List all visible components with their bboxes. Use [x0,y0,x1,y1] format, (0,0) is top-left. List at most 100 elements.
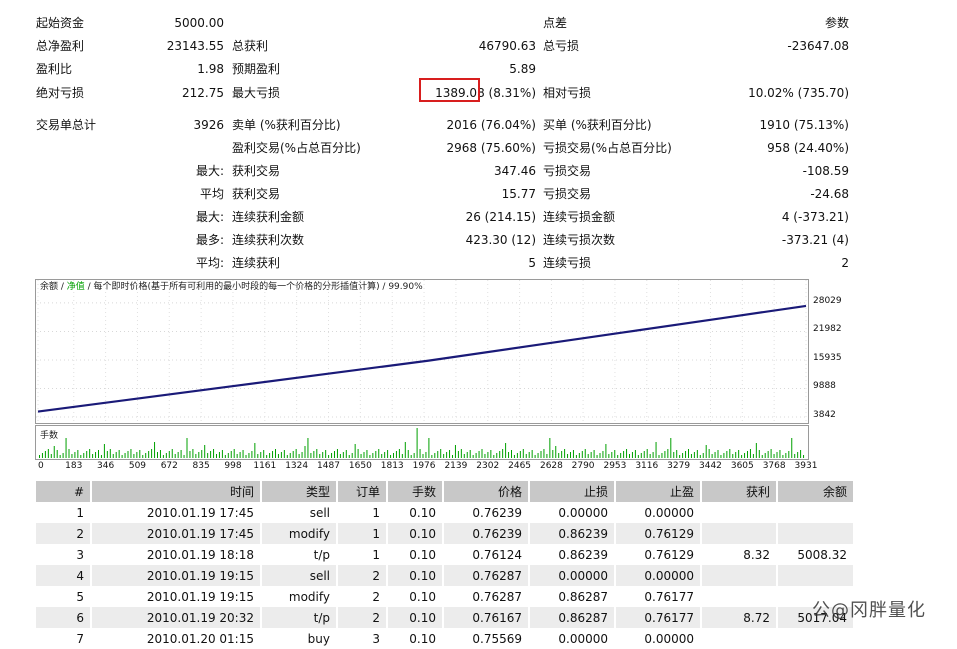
column-header[interactable]: 止损 [528,481,615,502]
table-row[interactable]: 5 2010.01.19 19:15 modify 2 0.10 0.76287 0.862… [34,586,853,607]
table-cell: sell [260,502,337,523]
volume-bar [106,451,108,458]
volume-bar [475,453,477,458]
volume-bar [263,450,265,458]
volume-bar [440,449,442,458]
table-cell: modify [260,523,337,544]
y-tick-label: 9888 [813,381,836,392]
volume-bar [679,455,681,458]
trades-header-row: # 时间 类型 订单 手数 价格 止损 止盈 获利 余额 [34,481,853,502]
volume-bar [171,449,173,458]
column-header[interactable]: 获利 [700,481,777,502]
volume-bar [280,452,282,458]
volume-bar [393,453,394,458]
volume-bar [363,452,365,458]
column-header[interactable]: 手数 [386,481,443,502]
table-cell: 0.00000 [528,628,615,649]
volume-bar [407,450,409,458]
volume-bar [83,453,85,458]
volume-bar [617,455,619,458]
table-row[interactable]: 4 2010.01.19 19:15 sell 2 0.10 0.76287 0.00000… [34,565,853,586]
column-header[interactable]: 订单 [336,481,387,502]
table-cell: 0.76177 [614,607,701,628]
volume-bar [404,442,406,458]
volume-bar [145,453,147,458]
volume-bar [534,455,536,458]
summary-prefix: 平均: [195,256,224,270]
volume-bar [298,454,300,458]
summary-value: 23143.55 [166,39,224,53]
volume-bar [230,451,232,458]
volume-bar [316,449,318,458]
y-tick-label: 15935 [813,352,842,363]
volume-bar [643,451,645,458]
table-cell: 2010.01.20 01:15 [90,628,261,649]
volume-bar [761,455,763,458]
volume-bar [570,452,571,458]
volume-bar [608,454,610,458]
column-header[interactable]: 类型 [260,481,337,502]
column-header[interactable]: 止盈 [614,481,701,502]
volume-bar [65,438,67,458]
volume-bar [233,449,235,458]
table-cell: 2010.01.19 18:18 [90,544,261,565]
volume-bar [490,450,492,458]
table-row[interactable]: 3 2010.01.19 18:18 t/p 1 0.10 0.76124 0.86239 0… [34,544,853,565]
volume-bar [676,450,678,458]
volume-bar [463,454,465,458]
volume-bar [670,438,672,458]
table-cell: 7 [34,628,91,649]
watermark: 公@冈胖量化 [812,600,926,621]
column-header[interactable]: 价格 [442,481,529,502]
x-tick-label: 346 [97,461,115,471]
table-cell: 1 [336,523,387,544]
volume-bar [437,451,439,458]
x-tick-label: 998 [224,461,242,471]
volume-bar [410,455,412,458]
x-tick-label: 3605 [730,461,754,471]
volume-bar [419,449,421,458]
table-row[interactable]: 6 2010.01.19 20:32 t/p 2 0.10 0.76167 0.86287 0… [34,607,853,628]
table-cell: modify [260,586,337,607]
volume-bar [413,453,415,458]
volume-bar [395,451,397,458]
y-tick-label: 21982 [813,324,842,335]
summary-value: -108.59 [802,164,849,178]
table-cell: sell [260,565,337,586]
table-cell [776,502,853,523]
table-row[interactable]: 2 2010.01.19 17:45 modify 1 0.10 0.76239 0.862… [34,523,853,544]
volume-bar [401,454,403,458]
volume-bar [652,452,654,458]
volume-bar [331,453,333,458]
column-header[interactable]: 时间 [90,481,261,502]
volume-bar [717,450,719,458]
summary-value: 3926 [193,118,224,132]
table-row[interactable]: 7 2010.01.20 01:15 buy 3 0.10 0.75569 0.00000 0… [34,628,853,649]
volume-bar [785,453,787,458]
table-cell: 0.76129 [614,523,701,544]
volume-bar [272,451,274,458]
column-header[interactable]: 余额 [776,481,853,502]
volume-bar [516,453,518,458]
x-tick-label: 3279 [667,461,691,471]
volume-bar [283,450,285,458]
volume-bar [387,450,389,458]
volume-bar [242,450,244,458]
volume-bar [381,454,383,458]
table-row[interactable]: 1 2010.01.19 17:45 sell 1 0.10 0.76239 0.00000… [34,502,853,523]
volume-bar [667,449,669,458]
volume-bar [398,449,400,458]
volume-bar [673,452,675,458]
volume-bar [688,449,689,458]
x-tick-label: 3442 [699,461,722,471]
column-header[interactable]: # [34,481,91,502]
volume-bar [543,449,545,458]
table-cell: 3 [336,628,387,649]
volume-bar [422,454,424,458]
volume-bar [177,452,179,458]
volume-bar [434,453,436,458]
table-cell: 2 [336,586,387,607]
volume-bar [313,451,315,458]
volume-bar [68,449,70,458]
volume-bar [690,454,692,458]
